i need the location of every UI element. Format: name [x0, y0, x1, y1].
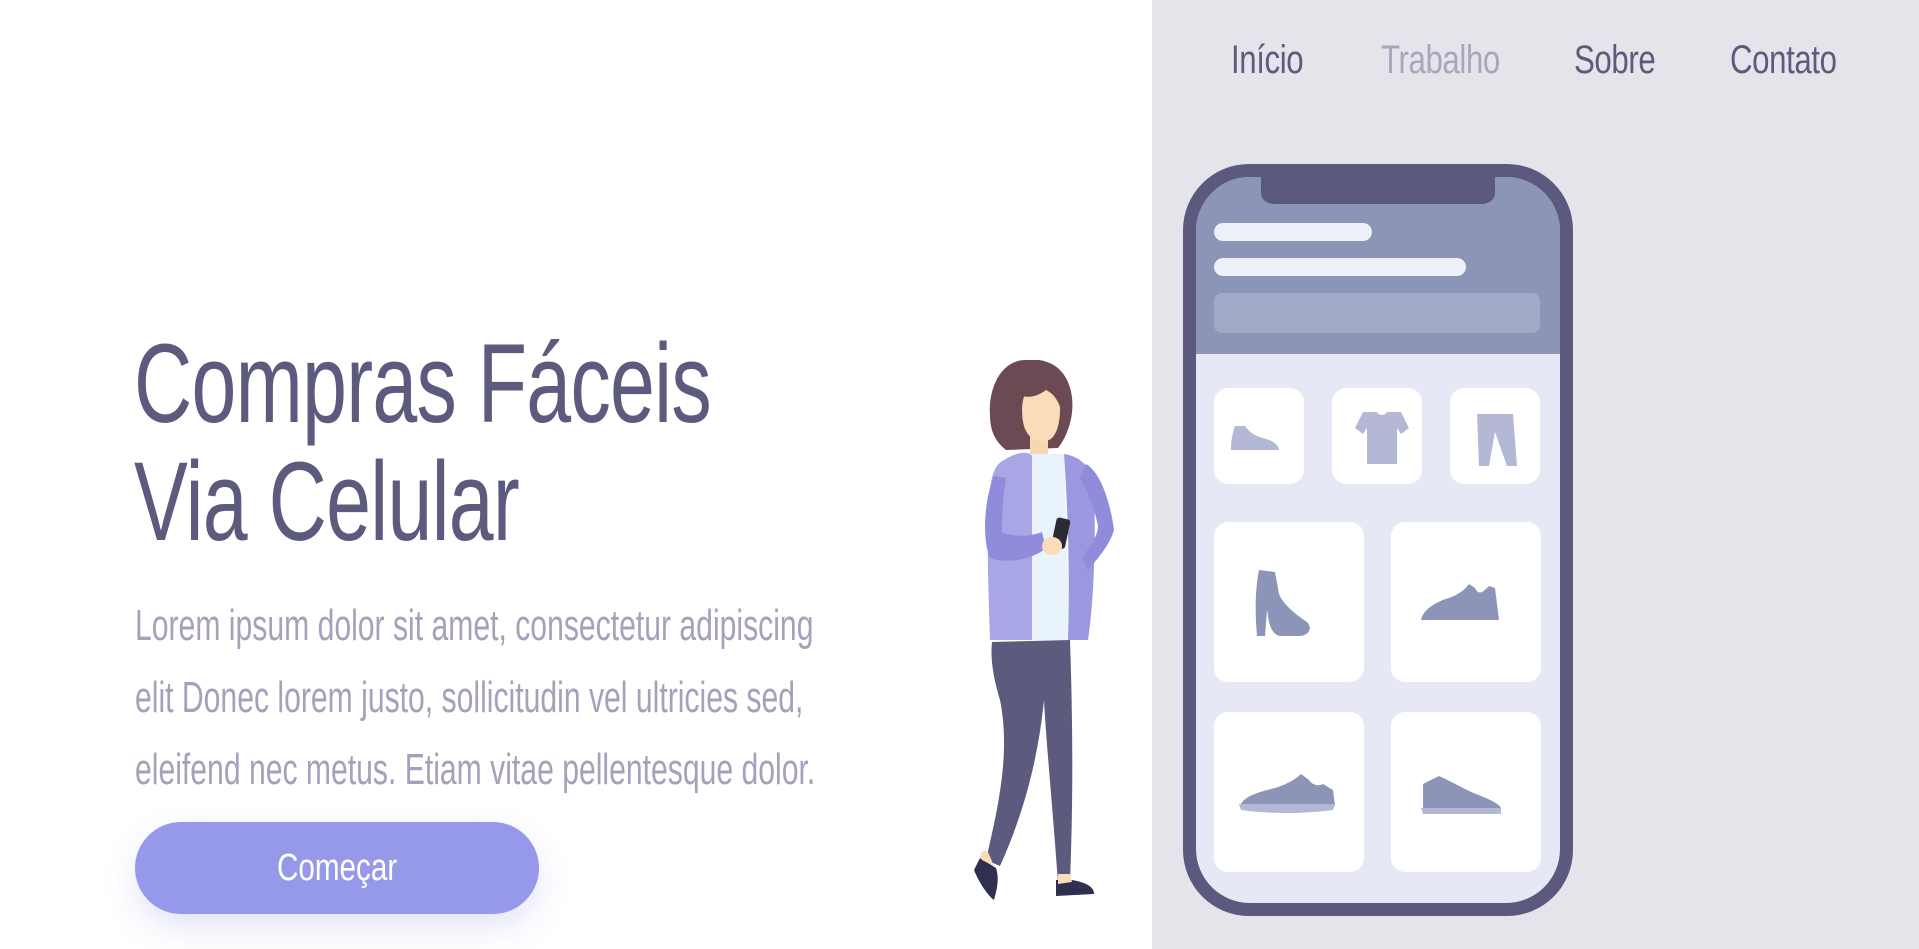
- nav-link-sobre[interactable]: Sobre: [1574, 38, 1656, 83]
- header-bar-1: [1214, 223, 1372, 241]
- nav-link-inicio[interactable]: Início: [1231, 38, 1304, 83]
- hero-title: Compras Fáceis Via Celular: [134, 321, 712, 564]
- search-bar: [1214, 293, 1540, 333]
- nav-link-trabalho[interactable]: Trabalho: [1381, 38, 1500, 83]
- phone-illustration: [1183, 164, 1573, 916]
- hero-description: Lorem ipsum dolor sit amet, consectetur …: [135, 590, 923, 806]
- hero-description-line-3: eleifend nec metus. Etiam vitae pellente…: [135, 745, 816, 794]
- nav-link-contato[interactable]: Contato: [1730, 38, 1837, 83]
- hero-description-line-2: elit Donec lorem justo, sollicitudin vel…: [135, 673, 804, 722]
- woman-illustration: [974, 360, 1114, 900]
- hero-title-line-2: Via Celular: [134, 439, 520, 564]
- get-started-button[interactable]: Começar: [135, 822, 539, 914]
- phone-notch: [1261, 170, 1495, 204]
- hero-title-line-1: Compras Fáceis: [134, 321, 712, 446]
- landing-page: Início Trabalho Sobre Contato Compras Fá…: [0, 0, 1919, 949]
- hero-description-line-1: Lorem ipsum dolor sit amet, consectetur …: [135, 601, 814, 650]
- header-bar-2: [1214, 258, 1466, 276]
- get-started-label: Começar: [276, 846, 398, 889]
